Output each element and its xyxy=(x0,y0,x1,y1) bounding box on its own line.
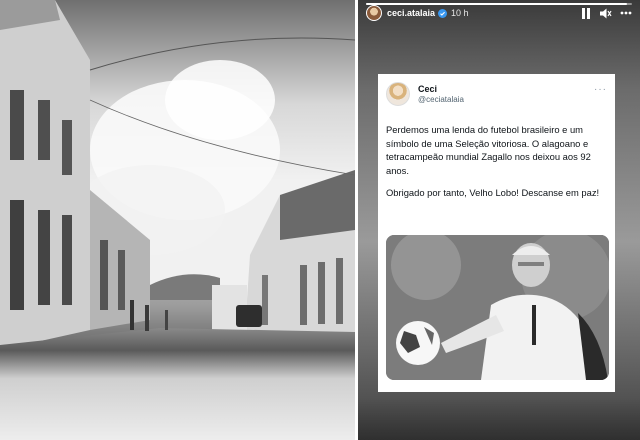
tweet-avatar[interactable] xyxy=(386,82,410,106)
volume-icon[interactable] xyxy=(600,7,612,19)
story-time: 10 h xyxy=(451,8,469,18)
story-controls xyxy=(580,7,632,19)
tweet-author: Ceci @ceciatalaia xyxy=(386,82,464,106)
instagram-story[interactable]: ceci.atalaia 10 h Ceci @ceciatalaia ··· … xyxy=(358,0,640,440)
tweet-paragraph: Perdemos uma lenda do futebol brasileiro… xyxy=(386,124,591,176)
tweet-paragraph: Obrigado por tanto, Velho Lobo! Descanse… xyxy=(386,187,600,198)
verified-badge-icon xyxy=(438,8,448,18)
story-header: ceci.atalaia 10 h xyxy=(366,4,632,22)
historic-street-photo xyxy=(0,0,355,440)
street-scene-illustration xyxy=(0,0,355,440)
more-icon[interactable] xyxy=(620,7,632,19)
tweet-card[interactable]: Ceci @ceciatalaia ··· Perdemos uma lenda… xyxy=(378,74,615,392)
story-username[interactable]: ceci.atalaia xyxy=(387,8,435,18)
story-footer xyxy=(358,398,640,440)
tweet-photo[interactable] xyxy=(386,235,609,380)
pause-icon[interactable] xyxy=(580,7,592,19)
tweet-author-name[interactable]: Ceci xyxy=(418,84,464,95)
tweet-text: Perdemos uma lenda do futebol brasileiro… xyxy=(386,123,608,209)
tweet-more-icon[interactable]: ··· xyxy=(594,84,607,95)
avatar[interactable] xyxy=(366,5,382,21)
coach-photo-illustration xyxy=(386,235,609,380)
tweet-author-handle[interactable]: @ceciatalaia xyxy=(418,95,464,105)
